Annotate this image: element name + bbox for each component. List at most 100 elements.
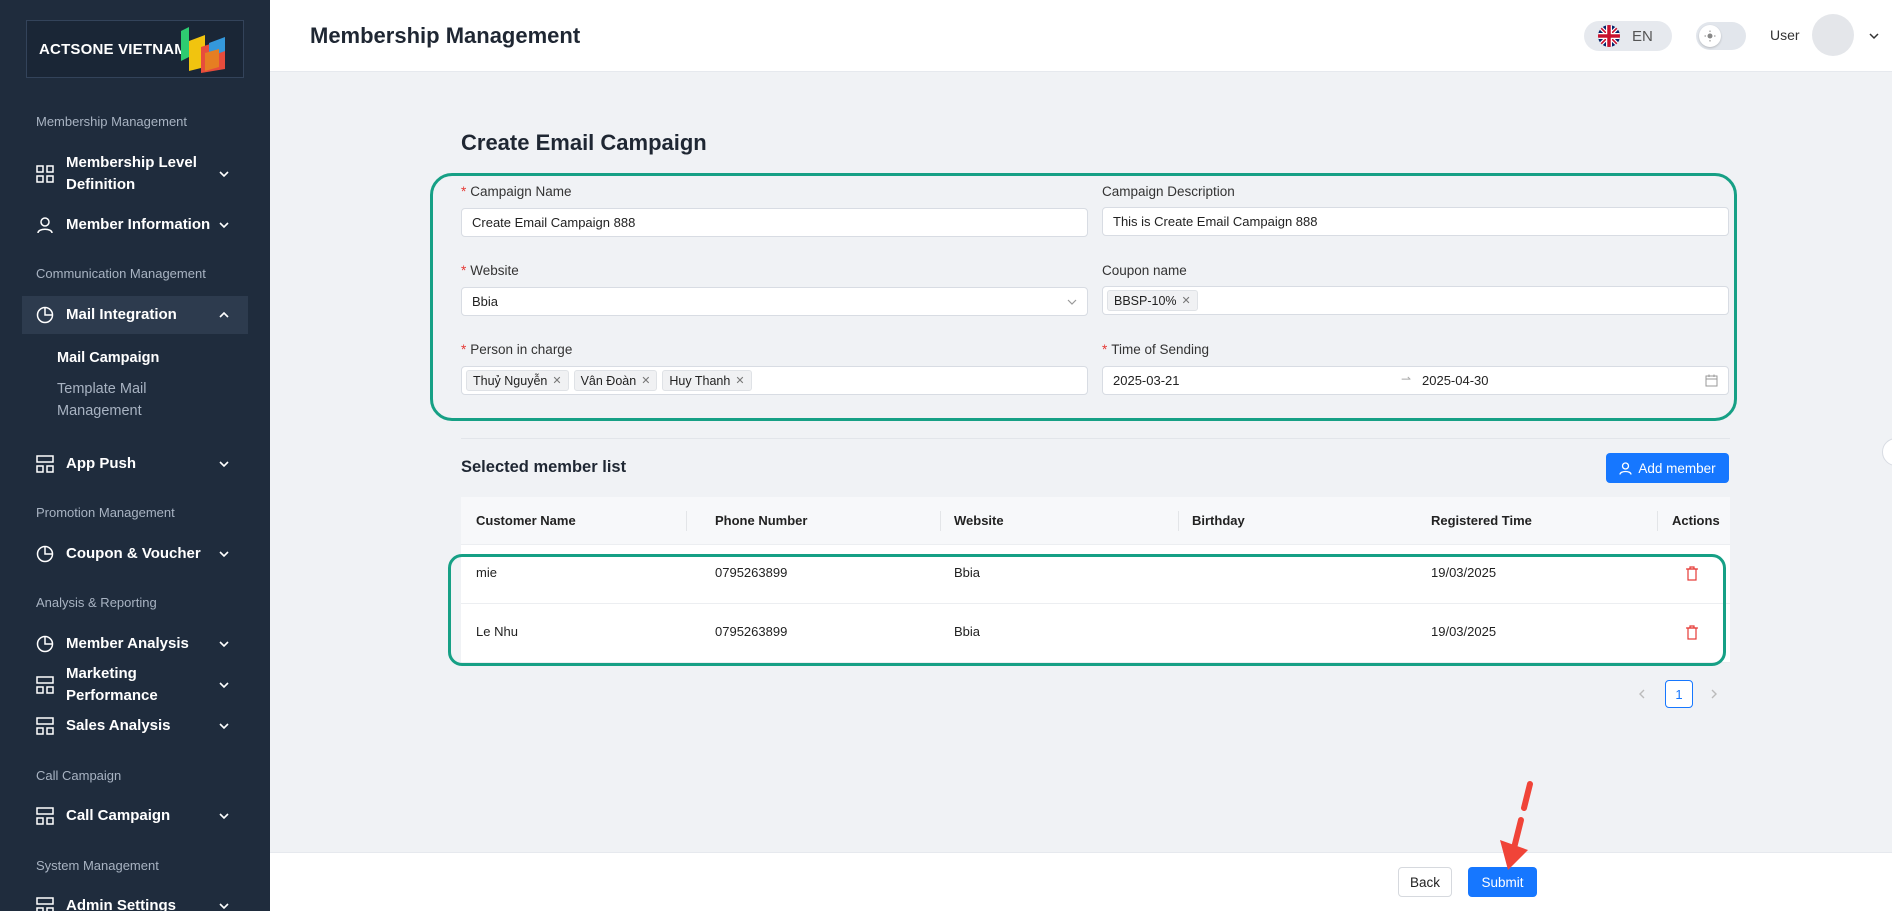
page-title: Membership Management: [310, 23, 581, 48]
back-button[interactable]: Back: [1398, 867, 1452, 897]
trash-icon[interactable]: [1685, 625, 1699, 640]
user-name[interactable]: User: [1770, 27, 1800, 43]
annotation-arrow-icon: [1500, 781, 1533, 870]
theme-toggle-knob: [1699, 25, 1721, 47]
panel-collapse-handle[interactable]: [1882, 438, 1892, 466]
person-in-charge-label-text: Person in charge: [470, 342, 573, 357]
customer-name-cell: Le Nhu: [476, 624, 518, 639]
person-tag: Vân Đoàn ✕: [573, 370, 658, 391]
pie-chart-icon: [36, 306, 54, 324]
campaign-name-input[interactable]: Create Email Campaign 888: [461, 208, 1088, 237]
column-separator: [940, 511, 941, 531]
sidebar-item-app-push[interactable]: App Push: [22, 453, 248, 475]
trash-icon[interactable]: [1685, 566, 1699, 581]
time-of-sending-label-text: Time of Sending: [1111, 342, 1210, 357]
sidebar-item-coupon-voucher[interactable]: Coupon & Voucher: [22, 543, 248, 565]
campaign-description-input[interactable]: This is Create Email Campaign 888: [1102, 207, 1729, 236]
campaign-name-label: * Campaign Name: [461, 184, 572, 199]
sidebar-item-admin-settings[interactable]: Admin Settings: [22, 895, 248, 911]
user-icon: [37, 217, 53, 234]
column-header: Phone Number: [715, 513, 808, 528]
sidebar-item-member-analysis[interactable]: Member Analysis: [22, 633, 248, 655]
chevron-down-icon: [219, 903, 229, 910]
layout-icon: [36, 897, 54, 911]
theme-toggle[interactable]: [1696, 22, 1746, 50]
website-cell: Bbia: [954, 565, 981, 580]
person-tag-label: Thuỷ Nguyễn: [473, 373, 548, 388]
pie-chart-icon: [36, 635, 54, 653]
grid-icon: [36, 165, 54, 183]
sidebar-item-mail-integration[interactable]: Mail Integration: [22, 296, 248, 334]
layout-icon: [36, 676, 54, 694]
campaign-description-value: This is Create Email Campaign 888: [1113, 214, 1318, 229]
sidebar: ACTSONE VIETNAM Membership Management Me…: [0, 0, 270, 911]
chevron-down-icon[interactable]: [1868, 30, 1880, 42]
section-title-promotion: Promotion Management: [36, 505, 175, 520]
sidebar-item-label: Sales Analysis: [66, 717, 171, 734]
close-icon[interactable]: ✕: [735, 374, 744, 387]
layout-icon: [36, 717, 54, 735]
sidebar-subitem-template-mail[interactable]: Template Mail Management: [57, 378, 167, 422]
chevron-down-icon: [219, 641, 229, 648]
registered-time-cell: 19/03/2025: [1431, 624, 1497, 639]
customer-name-cell: mie: [476, 565, 497, 580]
sidebar-item-label: Mail Integration: [66, 306, 177, 323]
sun-icon: [1704, 30, 1716, 42]
coupon-name-select[interactable]: BBSP-10% ✕: [1102, 286, 1729, 315]
phone-number-cell: 0795263899: [715, 624, 788, 639]
column-separator: [1657, 511, 1658, 531]
sidebar-subitem-mail-campaign[interactable]: Mail Campaign: [57, 347, 159, 369]
website-select[interactable]: Bbia: [461, 287, 1088, 316]
sidebar-item-label: Membership Level Definition: [66, 154, 197, 193]
website-label-text: Website: [470, 263, 519, 278]
column-header: Website: [954, 513, 1004, 528]
sidebar-item-label: Call Campaign: [66, 807, 171, 824]
end-date-input[interactable]: 2025-04-30: [1422, 373, 1489, 388]
column-header: Birthday: [1192, 513, 1245, 528]
close-icon[interactable]: ✕: [1182, 294, 1191, 307]
chevron-down-icon: [219, 813, 229, 820]
coupon-name-label: Coupon name: [1102, 263, 1187, 278]
sidebar-item-call-campaign[interactable]: Call Campaign: [22, 805, 248, 827]
chevron-down-icon: [219, 461, 229, 468]
close-icon[interactable]: ✕: [641, 374, 650, 387]
time-of-sending-range[interactable]: 2025-03-21 ⇀ 2025-04-30: [1102, 366, 1729, 395]
brand-logo[interactable]: ACTSONE VIETNAM: [26, 20, 244, 78]
language-switcher[interactable]: EN: [1584, 21, 1672, 51]
sidebar-item-membership-level[interactable]: Membership Level Definition: [22, 152, 248, 196]
section-title-communication: Communication Management: [36, 266, 206, 281]
sidebar-item-marketing-performance[interactable]: Marketing Performance: [22, 665, 248, 704]
person-in-charge-label: * Person in charge: [461, 342, 573, 357]
add-member-label: Add member: [1638, 460, 1716, 476]
avatar[interactable]: [1812, 14, 1854, 56]
close-icon[interactable]: ✕: [552, 374, 561, 387]
chevron-right-icon[interactable]: [1708, 688, 1720, 700]
person-in-charge-select[interactable]: Thuỷ Nguyễn ✕ Vân Đoàn ✕ Huy Thanh ✕: [461, 366, 1088, 395]
member-table: Customer Name Phone Number Website Birth…: [461, 497, 1730, 663]
campaign-name-label-text: Campaign Name: [470, 184, 572, 199]
sidebar-item-label: Member Analysis: [66, 635, 189, 652]
chevron-down-icon: [219, 682, 229, 689]
column-header: Customer Name: [476, 513, 576, 528]
sidebar-item-label: Coupon & Voucher: [66, 545, 201, 562]
pagination-page-1[interactable]: 1: [1665, 680, 1693, 708]
sidebar-item-sales-analysis[interactable]: Sales Analysis: [22, 715, 248, 737]
section-divider: [461, 438, 1730, 439]
start-date-input[interactable]: 2025-03-21: [1113, 373, 1180, 388]
sidebar-item-label: Member Information: [66, 216, 211, 233]
layout-icon: [36, 807, 54, 825]
range-separator-icon: ⇀: [1401, 372, 1412, 386]
website-label: * Website: [461, 263, 519, 278]
add-member-button[interactable]: Add member: [1606, 453, 1729, 483]
registered-time-cell: 19/03/2025: [1431, 565, 1497, 580]
form-footer: [270, 852, 1892, 911]
column-separator: [686, 511, 687, 531]
sidebar-item-member-information[interactable]: Member Information: [22, 214, 248, 236]
chevron-left-icon[interactable]: [1636, 688, 1648, 700]
sidebar-item-label: Marketing Performance: [66, 665, 158, 704]
logo-mark-icon: [181, 27, 225, 73]
coupon-tag: BBSP-10% ✕: [1107, 290, 1198, 311]
person-tag: Thuỷ Nguyễn ✕: [466, 370, 569, 391]
section-title-membership: Membership Management: [36, 114, 188, 129]
campaign-name-value: Create Email Campaign 888: [472, 215, 636, 230]
